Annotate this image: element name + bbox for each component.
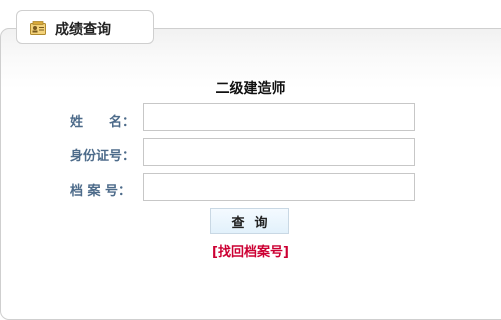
- file-number-input[interactable]: [143, 173, 415, 201]
- exam-title: 二级建造师: [215, 81, 286, 97]
- id-card-icon: [30, 20, 46, 35]
- id-number-input[interactable]: [143, 138, 415, 166]
- recover-file-number-link[interactable]: [找回档案号]: [0, 241, 501, 260]
- tab-title: 成绩查询: [55, 22, 111, 38]
- query-button[interactable]: 查询: [210, 208, 289, 234]
- name-label: 姓 名：: [70, 115, 136, 130]
- id-number-label: 身份证号：: [70, 149, 136, 164]
- name-input[interactable]: [143, 103, 415, 131]
- panel-tab: 成绩查询: [16, 10, 154, 44]
- file-number-label: 档 案 号：: [70, 184, 132, 199]
